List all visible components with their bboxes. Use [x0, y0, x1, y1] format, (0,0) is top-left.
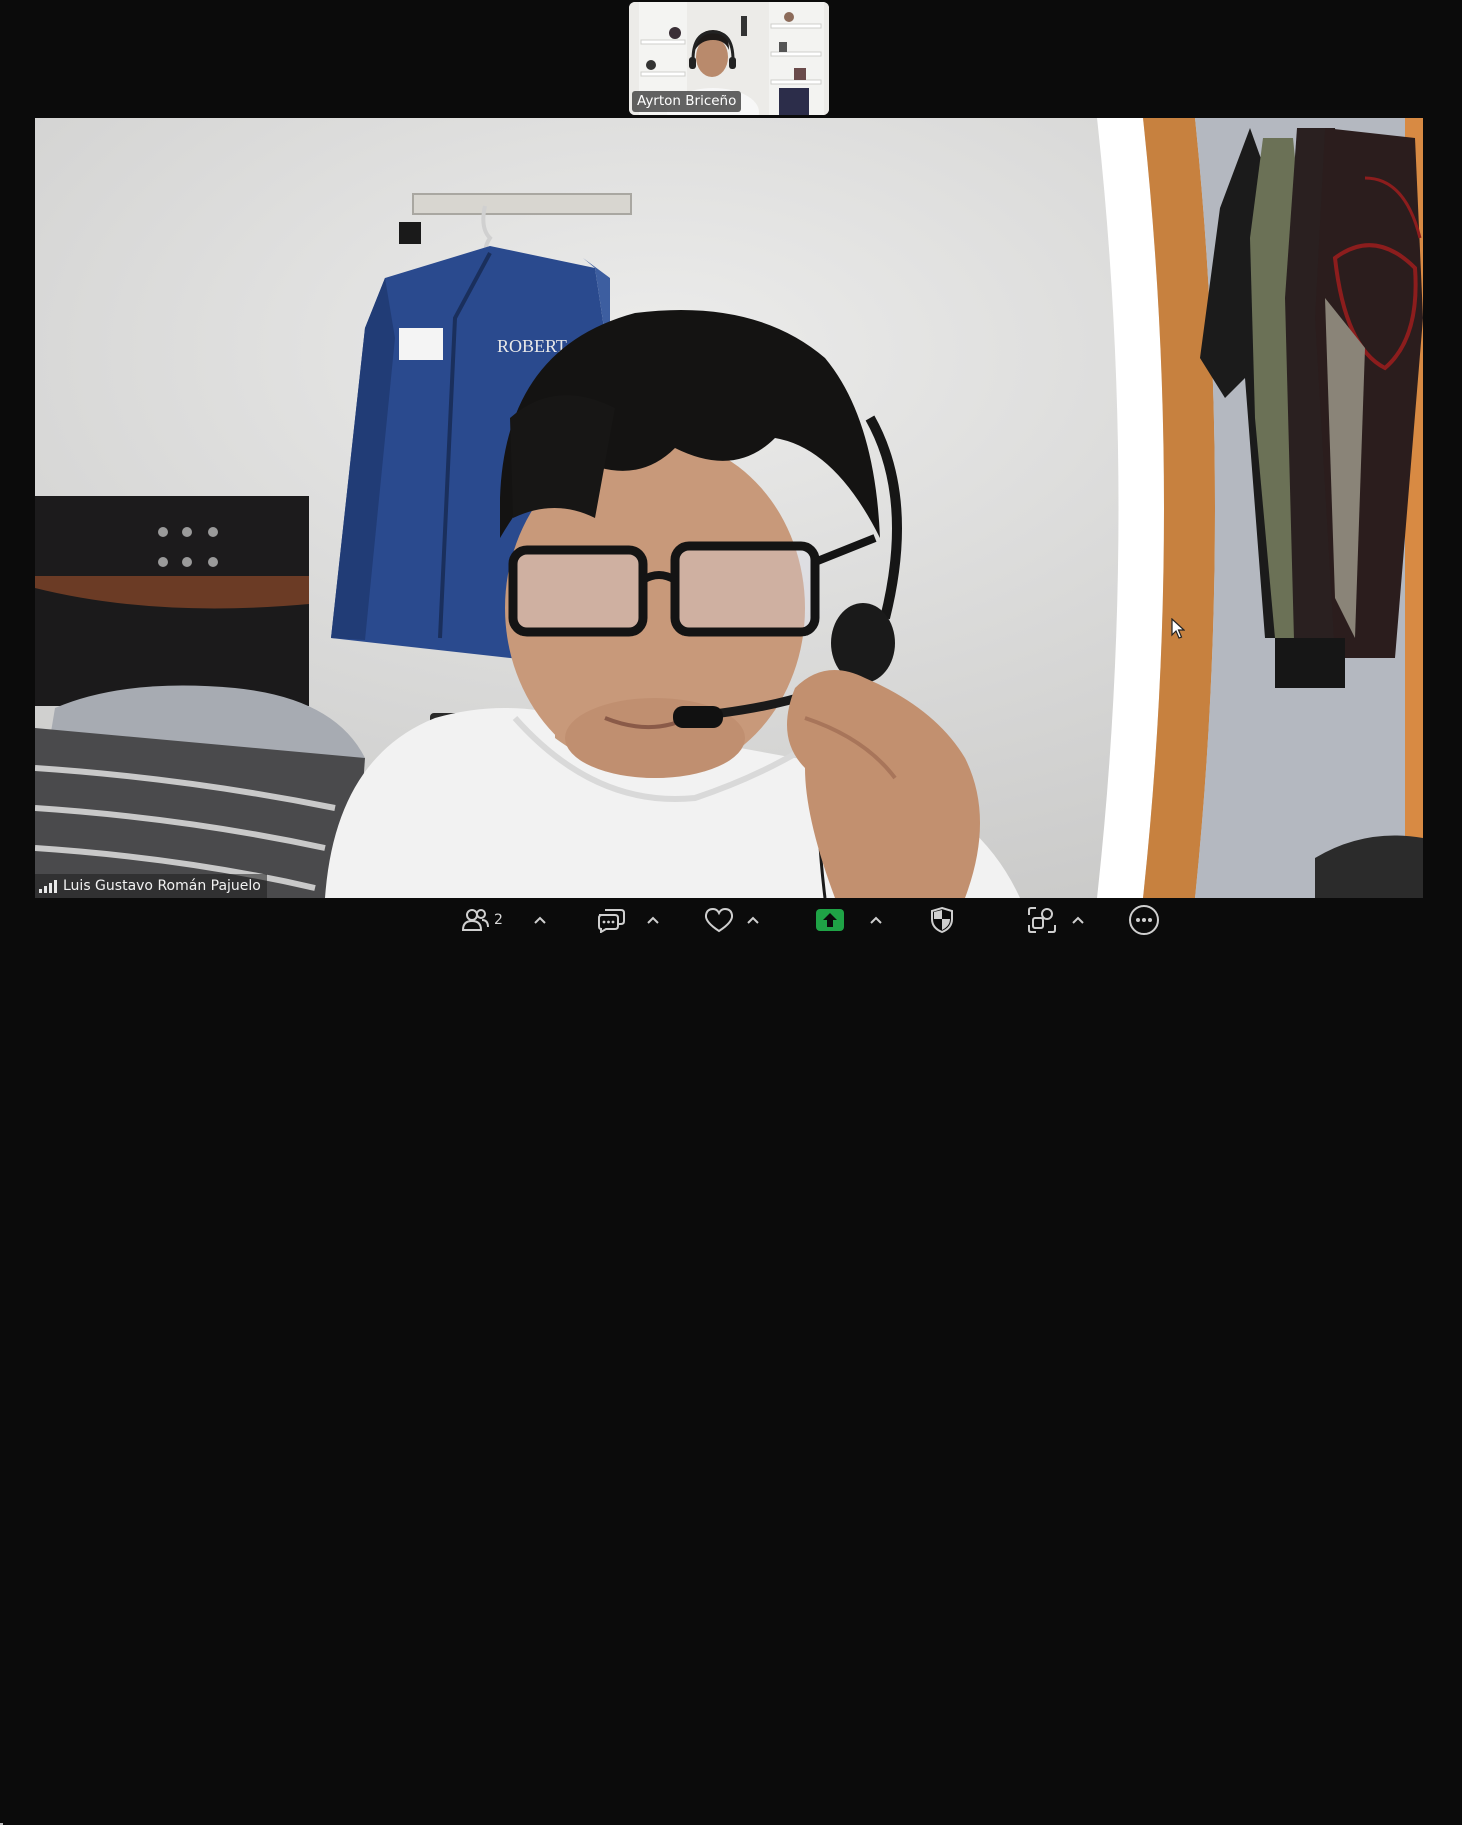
apps-icon: [1028, 907, 1056, 933]
reactions-button[interactable]: [702, 898, 736, 942]
more-icon: [1129, 905, 1159, 935]
reactions-options-caret[interactable]: [745, 898, 761, 942]
chat-button[interactable]: [594, 898, 628, 942]
meeting-toolbar: 2: [0, 898, 1462, 1825]
share-screen-icon: [816, 909, 844, 931]
connection-signal-icon: [39, 879, 57, 893]
participants-button[interactable]: [458, 898, 492, 942]
speaker-name: Luis Gustavo Román Pajuelo: [63, 878, 261, 894]
garment-bag-text: ROBERT: [497, 336, 567, 356]
chevron-up-icon: [870, 916, 882, 924]
speaker-video-frame: ROBERT: [35, 118, 1423, 898]
chevron-up-icon: [747, 916, 759, 924]
security-button[interactable]: [926, 898, 958, 942]
more-button[interactable]: [1128, 898, 1160, 942]
chevron-up-icon: [534, 916, 546, 924]
active-speaker-video[interactable]: ROBERT Luis Gustavo Román Pajuelo: [35, 118, 1423, 898]
chevron-up-icon: [647, 916, 659, 924]
chat-options-caret[interactable]: [645, 898, 661, 942]
share-options-caret[interactable]: [868, 898, 884, 942]
apps-options-caret[interactable]: [1070, 898, 1086, 942]
mouse-cursor-icon: [1171, 618, 1185, 639]
heart-icon: [704, 907, 734, 933]
participants-count: 2: [494, 912, 503, 928]
speaker-name-tag: Luis Gustavo Román Pajuelo: [35, 874, 267, 898]
apps-button[interactable]: [1026, 898, 1058, 942]
chevron-up-icon: [1072, 916, 1084, 924]
self-view-name-label: Ayrton Briceño: [632, 91, 742, 112]
chat-icon: [598, 909, 625, 933]
share-screen-button[interactable]: [814, 898, 846, 942]
participants-options-caret[interactable]: [532, 898, 548, 942]
participants-icon: [461, 909, 489, 931]
self-view-thumbnail[interactable]: Ayrton Briceño: [629, 2, 829, 115]
shield-icon: [931, 906, 953, 934]
